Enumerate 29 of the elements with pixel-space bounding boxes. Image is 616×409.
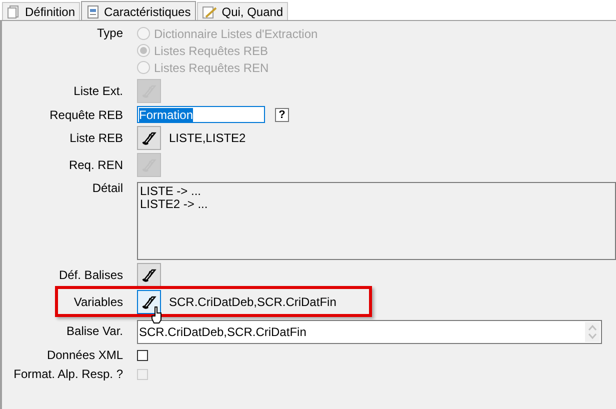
field-label: Format. Alp. Resp. ? [14, 367, 123, 381]
field-label: Liste REB [70, 131, 123, 145]
help-button[interactable]: ? [275, 108, 289, 122]
spinner-arrows-icon [588, 324, 597, 340]
field-label: Variables [74, 295, 123, 309]
field-label: Déf. Balises [58, 268, 123, 282]
checkbox[interactable] [137, 350, 148, 361]
field-label: Req. REN [68, 158, 123, 172]
pen-icon [141, 294, 157, 310]
field-label: Détail [92, 181, 123, 195]
document-icon [86, 4, 100, 18]
input-field[interactable]: SCR.CriDatDeb,SCR.CriDatFin [137, 320, 602, 344]
tab[interactable]: Qui, Quand [196, 2, 288, 20]
tab[interactable]: Caractéristiques [81, 1, 196, 21]
value-text: SCR.CriDatDeb,SCR.CriDatFin [169, 294, 336, 311]
field-label: Requête REB [50, 108, 123, 122]
value-text: LISTE,LISTE2 [169, 130, 246, 147]
pen-icon [141, 267, 157, 283]
pen-button[interactable] [137, 263, 161, 287]
text-area[interactable]: LISTE -> ... LISTE2 -> ... [137, 182, 616, 260]
field-label: Liste Ext. [74, 84, 123, 98]
pen-button[interactable] [137, 126, 161, 150]
hand-cursor-icon [151, 306, 163, 324]
field-label: Balise Var. [66, 324, 123, 338]
tab[interactable]: Définition [2, 2, 80, 20]
field-label: Type [96, 26, 123, 40]
field-label: Données XML [46, 348, 123, 362]
input-field[interactable]: Formation [137, 106, 265, 123]
pen-icon [141, 130, 157, 146]
